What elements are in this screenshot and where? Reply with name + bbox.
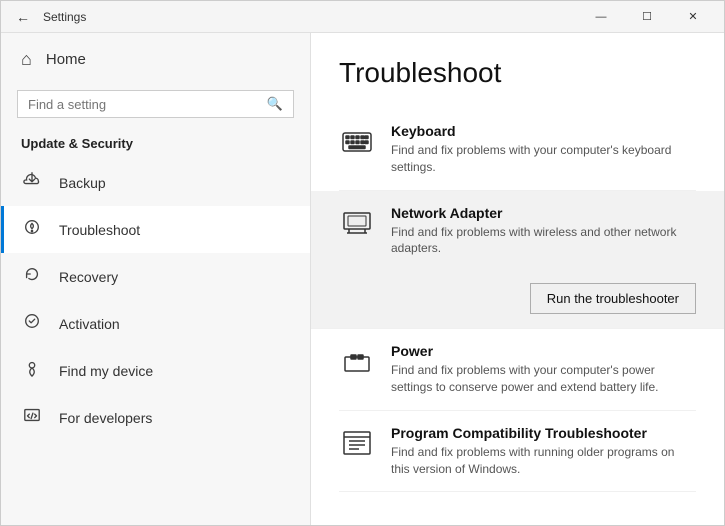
recovery-icon [21, 265, 43, 288]
sidebar-troubleshoot-label: Troubleshoot [59, 222, 140, 238]
sidebar-item-backup[interactable]: Backup [1, 159, 310, 206]
search-input[interactable] [28, 97, 267, 112]
home-label: Home [46, 51, 86, 68]
keyboard-desc: Find and fix problems with your computer… [391, 142, 696, 176]
content-area: Troubleshoot [311, 33, 724, 525]
settings-window: ← Settings — ☐ ✕ ⌂ Home 🔍 Update & Secur… [0, 0, 725, 526]
power-info: Power Find and fix problems with your co… [391, 343, 696, 396]
titlebar-left: ← Settings [13, 7, 86, 27]
main-layout: ⌂ Home 🔍 Update & Security Backup [1, 33, 724, 525]
sidebar-find-device-label: Find my device [59, 363, 153, 379]
network-info: Network Adapter Find and fix problems wi… [391, 205, 696, 258]
compatibility-name: Program Compatibility Troubleshooter [391, 425, 696, 441]
window-title: Settings [43, 10, 86, 24]
search-icon: 🔍 [267, 96, 283, 112]
sidebar-item-find-device[interactable]: Find my device [1, 347, 310, 394]
developers-icon [21, 406, 43, 429]
titlebar: ← Settings — ☐ ✕ [1, 1, 724, 33]
ts-power-item: Power Find and fix problems with your co… [339, 329, 696, 411]
run-troubleshooter-button[interactable]: Run the troubleshooter [530, 283, 696, 314]
network-top-row: Network Adapter Find and fix problems wi… [339, 205, 696, 258]
sidebar-item-activation[interactable]: Activation [1, 300, 310, 347]
activation-icon [21, 312, 43, 335]
backup-icon [21, 171, 43, 194]
network-name: Network Adapter [391, 205, 696, 221]
compatibility-info: Program Compatibility Troubleshooter Fin… [391, 425, 696, 478]
window-controls: — ☐ ✕ [578, 1, 716, 33]
sidebar-developers-label: For developers [59, 410, 152, 426]
ts-keyboard-item: Keyboard Find and fix problems with your… [339, 109, 696, 191]
keyboard-icon [339, 123, 375, 159]
network-icon [339, 205, 375, 241]
network-bottom-row: Run the troubleshooter [339, 273, 696, 314]
power-desc: Find and fix problems with your computer… [391, 362, 696, 396]
sidebar-item-troubleshoot[interactable]: Troubleshoot [1, 206, 310, 253]
close-button[interactable]: ✕ [670, 1, 716, 33]
ts-network-item: Network Adapter Find and fix problems wi… [311, 191, 724, 330]
ts-compatibility-item: Program Compatibility Troubleshooter Fin… [339, 411, 696, 493]
compatibility-desc: Find and fix problems with running older… [391, 444, 696, 478]
power-icon [339, 343, 375, 379]
sidebar-section-title: Update & Security [1, 130, 310, 159]
home-icon: ⌂ [21, 49, 32, 70]
troubleshoot-icon [21, 218, 43, 241]
sidebar-item-developers[interactable]: For developers [1, 394, 310, 441]
maximize-button[interactable]: ☐ [624, 1, 670, 33]
compatibility-icon [339, 425, 375, 461]
sidebar-home-item[interactable]: ⌂ Home [1, 33, 310, 86]
sidebar-backup-label: Backup [59, 175, 106, 191]
power-name: Power [391, 343, 696, 359]
page-title: Troubleshoot [339, 57, 696, 89]
search-box: 🔍 [17, 90, 294, 118]
keyboard-name: Keyboard [391, 123, 696, 139]
sidebar-recovery-label: Recovery [59, 269, 118, 285]
sidebar-item-recovery[interactable]: Recovery [1, 253, 310, 300]
sidebar: ⌂ Home 🔍 Update & Security Backup [1, 33, 311, 525]
find-device-icon [21, 359, 43, 382]
network-desc: Find and fix problems with wireless and … [391, 224, 696, 258]
keyboard-info: Keyboard Find and fix problems with your… [391, 123, 696, 176]
sidebar-activation-label: Activation [59, 316, 120, 332]
back-button[interactable]: ← [13, 7, 33, 27]
minimize-button[interactable]: — [578, 1, 624, 33]
